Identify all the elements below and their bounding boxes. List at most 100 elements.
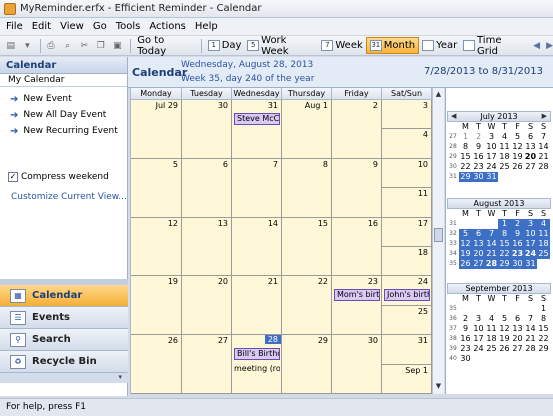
mini-calendar-day[interactable]: 5 — [459, 229, 472, 239]
mini-calendar-day[interactable]: 12 — [459, 239, 472, 249]
mini-calendar-day[interactable]: 26 — [511, 162, 524, 172]
day-cell[interactable]: 14 — [232, 217, 282, 277]
mini-calendar-day[interactable]: 30 — [472, 172, 485, 182]
mini-calendar-day[interactable]: 4 — [498, 132, 511, 142]
work-week-view-button[interactable]: 5 Work Week — [244, 35, 318, 57]
prev-month-icon[interactable]: ◀ — [451, 112, 456, 121]
new-all-day-event-action[interactable]: ➔ New All Day Event — [10, 107, 127, 123]
mini-calendar-day[interactable]: 24 — [524, 249, 537, 259]
day-cell[interactable]: 19 — [131, 276, 182, 336]
mini-calendar-day[interactable]: 22 — [537, 334, 550, 344]
mini-calendar-day[interactable]: 3 — [472, 314, 485, 324]
sunday-cell[interactable]: 4 — [382, 129, 432, 159]
mini-calendar-day[interactable]: 17 — [485, 152, 498, 162]
mini-calendar-day[interactable]: 1 — [459, 132, 472, 142]
saturday-cell[interactable]: 3 — [382, 100, 432, 130]
mini-calendar-day[interactable]: 23 — [459, 344, 472, 354]
day-cell[interactable]: 21 — [232, 276, 282, 336]
mini-calendar-day[interactable]: 3 — [524, 219, 537, 229]
mini-calendar-day[interactable]: 11 — [498, 142, 511, 152]
next-month-icon[interactable]: ▶ — [542, 112, 547, 121]
mini-calendar-day[interactable]: 20 — [472, 249, 485, 259]
copy-icon[interactable]: ❐ — [94, 39, 108, 53]
day-cell[interactable]: 7 — [232, 158, 282, 218]
mini-calendar-day[interactable]: 24 — [472, 344, 485, 354]
calendar-event[interactable]: Mom's birthd — [334, 289, 380, 302]
mini-calendar-day[interactable]: 25 — [485, 344, 498, 354]
mini-calendar-day[interactable]: 2 — [511, 219, 524, 229]
mini-calendar-day[interactable]: 30 — [459, 354, 472, 364]
mini-calendar-day[interactable]: 27 — [511, 344, 524, 354]
nav-events-button[interactable]: ☰ Events — [0, 307, 128, 329]
next-arrow-icon[interactable]: ▶ — [546, 41, 553, 51]
time-grid-button[interactable]: Time Grid — [460, 35, 527, 57]
menu-file[interactable]: File — [6, 21, 23, 32]
mini-calendar-day[interactable]: 10 — [524, 229, 537, 239]
mini-calendar-day[interactable]: 14 — [485, 239, 498, 249]
sunday-cell[interactable]: 11 — [382, 188, 432, 218]
mini-calendar-day[interactable]: 1 — [498, 219, 511, 229]
preview-icon[interactable]: ⌕ — [61, 39, 75, 53]
open-folder-icon[interactable]: ▾ — [21, 39, 35, 53]
mini-calendar-day[interactable]: 16 — [472, 152, 485, 162]
day-cell[interactable]: 13 — [182, 217, 232, 277]
calendar-event[interactable]: John's birthd — [384, 289, 430, 302]
day-cell[interactable]: Aug 1 — [282, 100, 332, 159]
menu-go[interactable]: Go — [93, 21, 107, 32]
saturday-cell[interactable]: 17 — [382, 217, 432, 247]
day-cell[interactable]: 9 — [332, 158, 382, 218]
saturday-cell[interactable]: 10 — [382, 158, 432, 189]
mini-calendar-day[interactable]: 28 — [524, 344, 537, 354]
nav-calendar-button[interactable]: ▦ Calendar — [0, 285, 128, 307]
day-cell[interactable]: 26 — [131, 335, 182, 394]
scroll-thumb[interactable] — [434, 228, 443, 242]
mini-calendar-day[interactable]: 15 — [537, 324, 550, 334]
day-cell[interactable]: 16 — [332, 217, 382, 277]
mini-calendar-day[interactable]: 12 — [511, 142, 524, 152]
new-icon[interactable]: ▤ — [4, 39, 18, 53]
mini-calendar-day[interactable]: 19 — [511, 152, 524, 162]
calendar-event[interactable]: Steve McCor — [234, 113, 280, 125]
mini-calendar-day[interactable]: 18 — [485, 334, 498, 344]
paste-icon[interactable]: ▣ — [111, 39, 125, 53]
mini-calendar-day[interactable]: 7 — [537, 132, 550, 142]
mini-calendar-day[interactable]: 16 — [511, 239, 524, 249]
mini-calendar-day[interactable]: 28 — [485, 259, 498, 269]
day-cell[interactable]: 8 — [282, 158, 332, 218]
mini-calendar-day[interactable]: 11 — [485, 324, 498, 334]
customize-view-link[interactable]: Customize Current View... — [11, 192, 127, 202]
mini-calendar-day[interactable]: 21 — [537, 152, 550, 162]
mini-calendar-day[interactable]: 17 — [472, 334, 485, 344]
mini-calendar-day[interactable]: 2 — [472, 132, 485, 142]
mini-calendar-day[interactable]: 2 — [459, 314, 472, 324]
mini-calendar-day[interactable]: 22 — [459, 162, 472, 172]
nav-recycle-bin-button[interactable]: ♻ Recycle Bin — [0, 351, 128, 373]
day-cell[interactable]: Jul 29 — [131, 100, 182, 159]
week-view-button[interactable]: 7 Week — [318, 37, 365, 54]
mini-calendar-day[interactable]: 5 — [511, 132, 524, 142]
menu-tools[interactable]: Tools — [116, 21, 141, 32]
mini-calendar-day[interactable]: 11 — [537, 229, 550, 239]
mini-calendar-day[interactable]: 29 — [459, 172, 472, 182]
mini-calendar-day[interactable]: 6 — [511, 314, 524, 324]
menu-view[interactable]: View — [60, 21, 84, 32]
print-icon[interactable]: ⎙ — [44, 39, 58, 53]
compress-weekend-checkbox[interactable]: ✓ Compress weekend — [8, 172, 109, 182]
mini-calendar-day[interactable]: 9 — [459, 324, 472, 334]
mini-calendar-day[interactable]: 25 — [537, 249, 550, 259]
mini-calendar-day[interactable]: 17 — [524, 239, 537, 249]
mini-calendar-day[interactable]: 12 — [498, 324, 511, 334]
day-cell[interactable]: 22 — [282, 276, 332, 336]
mini-calendar-day[interactable]: 13 — [524, 142, 537, 152]
mini-calendar-day[interactable]: 5 — [498, 314, 511, 324]
mini-calendar-day[interactable]: 18 — [537, 239, 550, 249]
menu-actions[interactable]: Actions — [149, 21, 186, 32]
mini-calendar-day[interactable]: 8 — [459, 142, 472, 152]
day-cell[interactable]: 12 — [131, 217, 182, 277]
mini-calendar-day[interactable]: 24 — [485, 162, 498, 172]
mini-calendar-day[interactable]: 26 — [459, 259, 472, 269]
mini-calendar-day[interactable]: 20 — [524, 152, 537, 162]
mini-calendar-day[interactable]: 7 — [524, 314, 537, 324]
mini-calendar-day[interactable]: 14 — [537, 142, 550, 152]
calendar-event[interactable]: Bill's Birthday — [234, 348, 280, 361]
